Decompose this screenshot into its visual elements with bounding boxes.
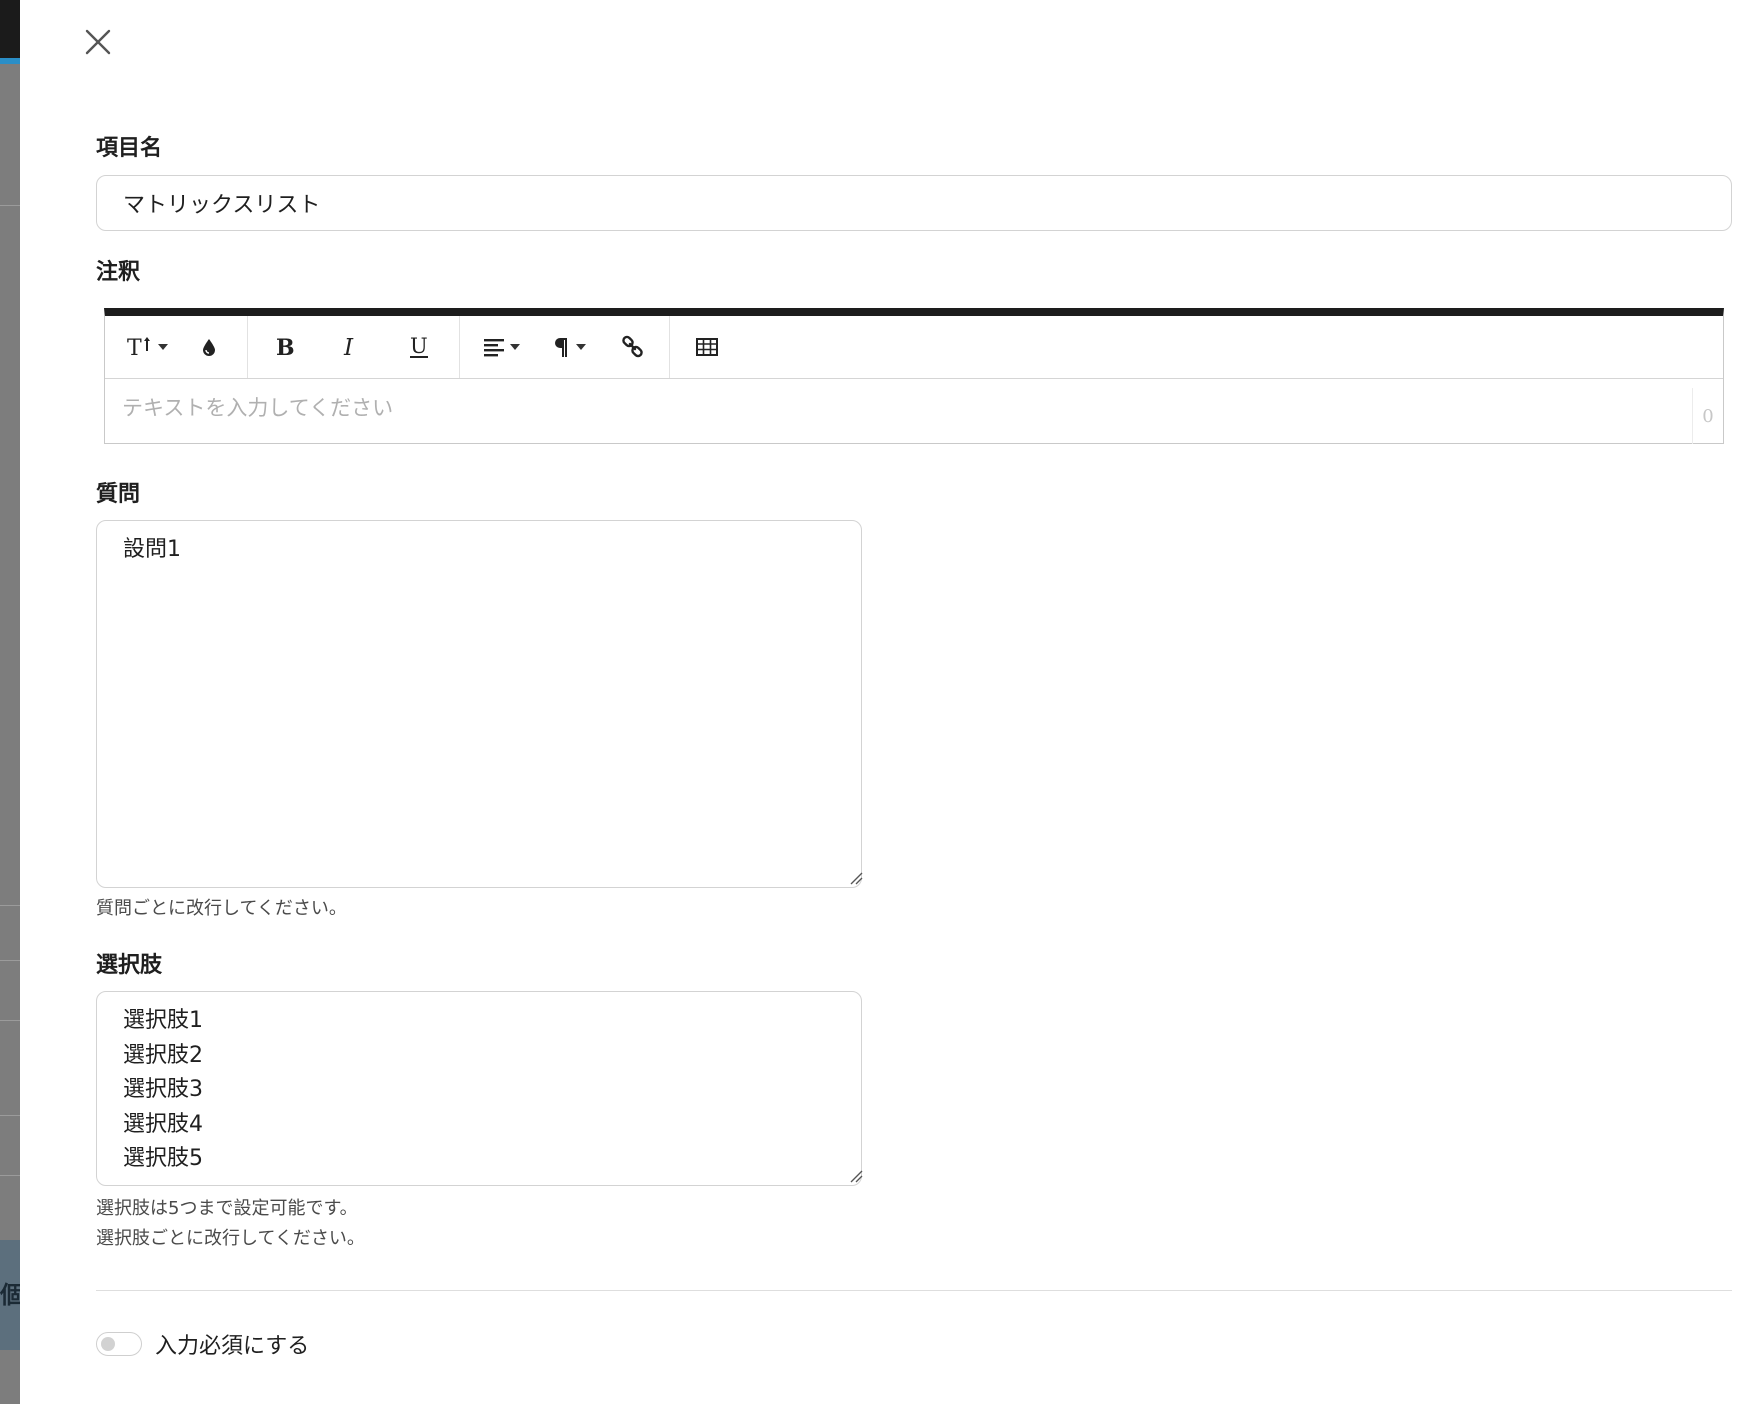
bold-button[interactable]: B: [261, 324, 309, 370]
required-toggle[interactable]: [96, 1332, 142, 1356]
color-drop-icon: [203, 339, 215, 356]
editor-toolbar: T B I U: [105, 316, 1723, 379]
backdrop-divider: [0, 1175, 20, 1176]
choices-help-limit: 選択肢は5つまで設定可能です。: [96, 1198, 358, 1219]
choices-help-newline: 選択肢ごとに改行してください。: [96, 1228, 365, 1249]
resize-handle-icon[interactable]: [849, 871, 863, 885]
annotation-label: 注釈: [96, 260, 141, 285]
backdrop-divider: [0, 905, 20, 906]
close-button[interactable]: [76, 20, 120, 64]
chevron-down-icon: [157, 344, 168, 350]
align-icon: [483, 339, 504, 357]
align-button[interactable]: [473, 324, 529, 370]
annotation-placeholder[interactable]: テキストを入力してください: [122, 392, 393, 422]
backdrop-divider: [0, 205, 20, 206]
chevron-down-icon: [509, 344, 520, 350]
svg-text:B: B: [276, 335, 295, 360]
required-toggle-label[interactable]: 入力必須にする: [155, 1328, 309, 1360]
resize-handle-icon[interactable]: [849, 1169, 863, 1183]
text-size-button[interactable]: T: [119, 324, 175, 370]
table-button[interactable]: [683, 324, 731, 370]
toolbar-separator: [459, 316, 460, 378]
link-icon: [622, 335, 643, 358]
question-label: 質問: [96, 482, 141, 507]
toolbar-separator: [669, 316, 670, 378]
backdrop-divider: [0, 1020, 20, 1021]
annotation-editor-area[interactable]: テキストを入力してください 0: [105, 378, 1723, 444]
underline-icon: U: [410, 334, 428, 358]
backdrop-partial-text: 個: [0, 1281, 20, 1309]
italic-icon: I: [343, 335, 354, 360]
backdrop-accent-bar: [0, 58, 20, 64]
choices-textarea[interactable]: 選択肢1 選択肢2 選択肢3 選択肢4 選択肢5: [96, 991, 862, 1186]
toggle-knob: [101, 1337, 115, 1351]
table-icon: [696, 338, 718, 356]
text-color-button[interactable]: [189, 324, 229, 370]
backdrop-divider: [0, 1115, 20, 1116]
svg-text:U: U: [410, 334, 428, 358]
svg-text:T: T: [127, 336, 142, 359]
item-name-label: 項目名: [96, 136, 163, 161]
text-size-icon: T: [127, 336, 150, 359]
paragraph-icon: [554, 338, 567, 357]
annotation-rich-editor: T B I U テキストを入力してください 0: [104, 308, 1724, 444]
item-settings-panel: 項目名 注釈 T B: [20, 0, 1762, 1404]
svg-text:I: I: [343, 335, 354, 360]
chevron-down-icon: [575, 344, 586, 350]
annotation-char-count: 0: [1692, 388, 1723, 444]
backdrop-divider: [0, 960, 20, 961]
item-name-input[interactable]: [96, 175, 1732, 231]
question-textarea[interactable]: 設問1: [96, 520, 862, 888]
backdrop-header: [0, 0, 20, 58]
italic-button[interactable]: I: [327, 324, 375, 370]
toolbar-separator: [247, 316, 248, 378]
paragraph-button[interactable]: [541, 324, 597, 370]
section-divider: [96, 1290, 1732, 1291]
close-icon: [85, 29, 111, 55]
question-help-text: 質問ごとに改行してください。: [96, 898, 347, 919]
choices-label: 選択肢: [96, 953, 163, 978]
link-button[interactable]: [609, 324, 657, 370]
underline-button[interactable]: U: [395, 324, 443, 370]
bold-icon: B: [276, 335, 295, 360]
